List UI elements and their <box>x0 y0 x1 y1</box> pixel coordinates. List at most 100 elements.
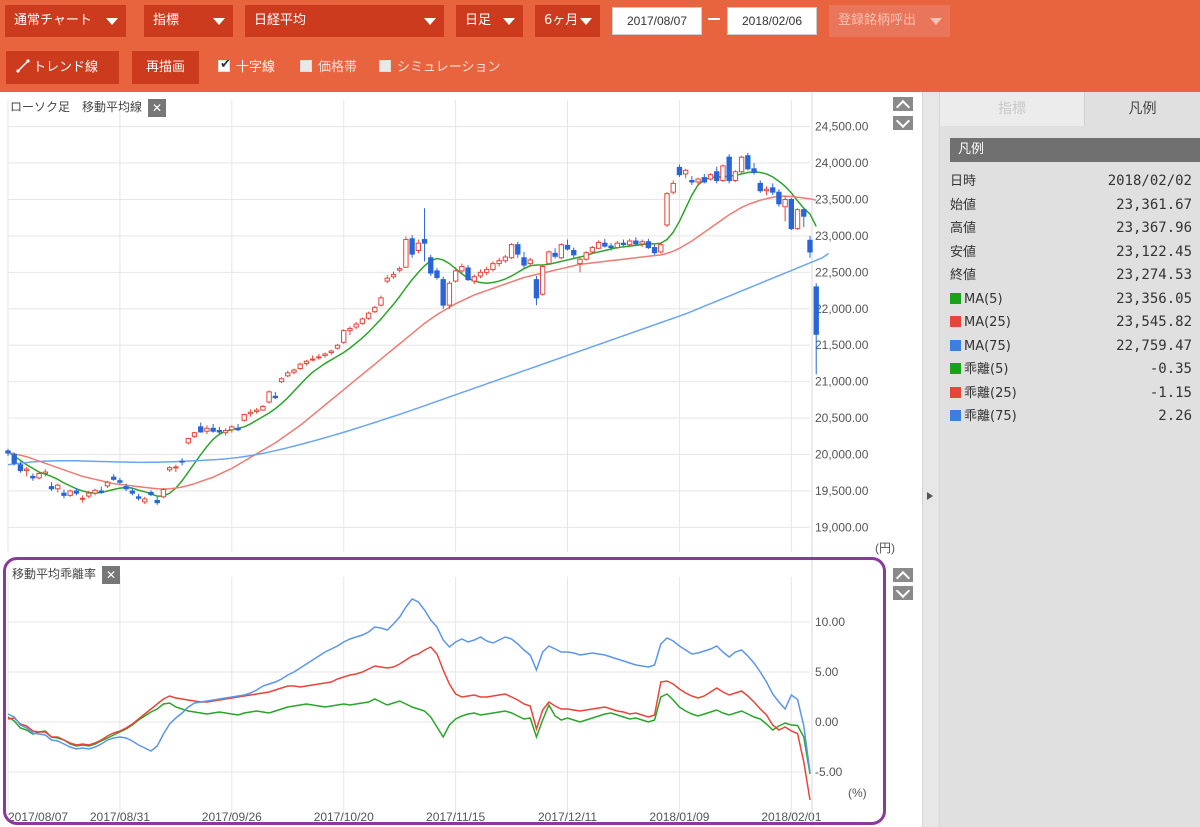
candle-body <box>254 409 260 413</box>
candle-body <box>67 490 73 496</box>
simulation-checkbox[interactable]: シミュレーション <box>379 58 500 78</box>
date-range-separator <box>708 18 720 20</box>
tab-legend[interactable]: 凡例 <box>1085 92 1200 126</box>
tab-indicator[interactable]: 指標 <box>940 92 1085 126</box>
legend-swatch <box>950 292 961 304</box>
candle-body <box>465 267 471 281</box>
candle-body <box>751 168 757 173</box>
period-unit-dropdown[interactable]: 日足 <box>456 5 523 37</box>
x-tick-label: 2018/01/09 <box>649 810 709 824</box>
collapse-arrow-icon[interactable] <box>927 492 933 500</box>
legend-row: 乖離(5) -0.35 <box>950 358 1192 382</box>
candle-body <box>390 274 397 278</box>
candle-body <box>48 486 55 490</box>
legend-label: 終値 <box>950 264 976 288</box>
legend-label: 安値 <box>950 241 976 265</box>
candle-body <box>428 257 434 274</box>
candle-body <box>86 492 92 497</box>
index-dropdown[interactable]: 日経平均 <box>245 5 444 37</box>
crosshair-checkbox[interactable]: ✔ 十字線 <box>218 57 276 78</box>
y-unit-label: (円) <box>875 541 895 555</box>
candle-body <box>695 178 701 183</box>
main-panel-header: ローソク足 移動平均線 ✕ <box>10 98 167 117</box>
candle-body <box>546 251 552 265</box>
trend-line-button[interactable]: トレンド線 <box>6 51 119 84</box>
candle-body <box>204 427 210 432</box>
legend-label-text: 安値 <box>950 244 977 260</box>
saved-symbols-dropdown[interactable]: 登録銘柄呼出 <box>829 5 950 37</box>
legend-list: 日時 2018/02/02 始値 23,361.67 高値 23,367.96 安値 23,1… <box>950 170 1192 429</box>
candle-body <box>359 318 366 324</box>
trend-line-icon <box>16 59 30 73</box>
y-tick-label: 0.00 <box>815 715 839 729</box>
range-dropdown[interactable]: 6ヶ月 <box>535 5 600 37</box>
deviation-chart[interactable]: -5.00 0.00 5.00 10.00 2017/08/07 2017/08/31 20… <box>0 557 922 827</box>
deviation-chart-panel[interactable]: -5.00 0.00 5.00 10.00 2017/08/07 2017/08/31 20… <box>0 557 922 827</box>
date-to-input[interactable]: 2018/02/06 <box>727 7 817 35</box>
y-tick-label: 23,500.00 <box>815 192 869 206</box>
candle-body <box>620 242 627 246</box>
candle-body <box>5 450 11 454</box>
candle-body <box>322 353 328 356</box>
candle-body <box>316 356 322 359</box>
legend-row: 高値 23,367.96 <box>950 217 1192 241</box>
indicator-dropdown[interactable]: 指標 <box>144 5 233 37</box>
close-icon[interactable]: ✕ <box>102 565 121 584</box>
legend-swatch <box>950 386 961 398</box>
legend-label: 乖離(25) <box>950 382 1017 406</box>
candle-body <box>521 257 527 266</box>
legend-swatch <box>950 339 961 351</box>
candle-body <box>452 270 459 282</box>
candle-body <box>222 429 229 434</box>
y-tick-label: -5.00 <box>815 765 843 779</box>
scroll-up-button[interactable] <box>893 568 913 582</box>
candle-body <box>794 209 801 230</box>
legend-value: 23,361.67 <box>1116 196 1192 213</box>
panel-divider[interactable] <box>922 92 940 827</box>
crosshair-label: 十字線 <box>236 60 276 75</box>
legend-label-text: 始値 <box>950 197 977 213</box>
candle-body <box>415 242 422 251</box>
y-tick-label: 21,000.00 <box>815 375 869 389</box>
scroll-down-button[interactable] <box>893 116 913 130</box>
y-tick-label: 20,000.00 <box>815 448 869 462</box>
legend-row: 安値 23,122.45 <box>950 241 1192 265</box>
candle-body <box>179 460 185 463</box>
candle-body <box>73 490 80 494</box>
candlestick-chart[interactable]: 19,000.00 19,500.00 20,000.00 20,500.00 21,0… <box>0 92 922 557</box>
candle-body <box>173 466 179 469</box>
candle-body <box>191 432 198 437</box>
candle-body <box>247 411 254 415</box>
candle-body <box>813 286 819 335</box>
legend-swatch <box>950 363 961 374</box>
candle-body <box>55 484 61 490</box>
candle-body <box>602 242 608 247</box>
legend-value: 22,759.47 <box>1116 337 1192 354</box>
legend-row: 日時 2018/02/02 <box>950 170 1192 194</box>
date-from-input[interactable]: 2017/08/07 <box>612 7 702 35</box>
candle-body <box>689 180 695 183</box>
price-band-checkbox[interactable]: 価格帯 <box>300 58 357 78</box>
scroll-up-button[interactable] <box>893 97 913 111</box>
chart-type-dropdown[interactable]: 通常チャート <box>5 5 126 37</box>
candle-body <box>117 480 123 483</box>
candlestick-chart-panel[interactable]: 19,000.00 19,500.00 20,000.00 20,500.00 21,0… <box>0 92 922 557</box>
chevron-down-icon <box>930 18 942 25</box>
candle-body <box>459 266 465 272</box>
close-icon[interactable]: ✕ <box>148 98 167 117</box>
candle-body <box>260 405 266 411</box>
candle-body <box>763 188 770 192</box>
candle-body <box>285 372 291 377</box>
legend-label: 乖離(5) <box>950 358 1008 382</box>
candle-body <box>508 244 515 259</box>
y-tick-label: 19,500.00 <box>815 484 869 498</box>
redraw-button[interactable]: 再描画 <box>132 51 199 84</box>
candle-body <box>210 427 216 432</box>
candle-body <box>198 426 204 433</box>
legend-row: 乖離(25) -1.15 <box>950 382 1192 406</box>
scroll-down-button[interactable] <box>893 586 913 600</box>
candle-body <box>341 330 347 343</box>
candle-body <box>17 464 24 472</box>
ma-line <box>7 252 830 466</box>
x-tick-label: 2018/02/01 <box>761 810 821 824</box>
